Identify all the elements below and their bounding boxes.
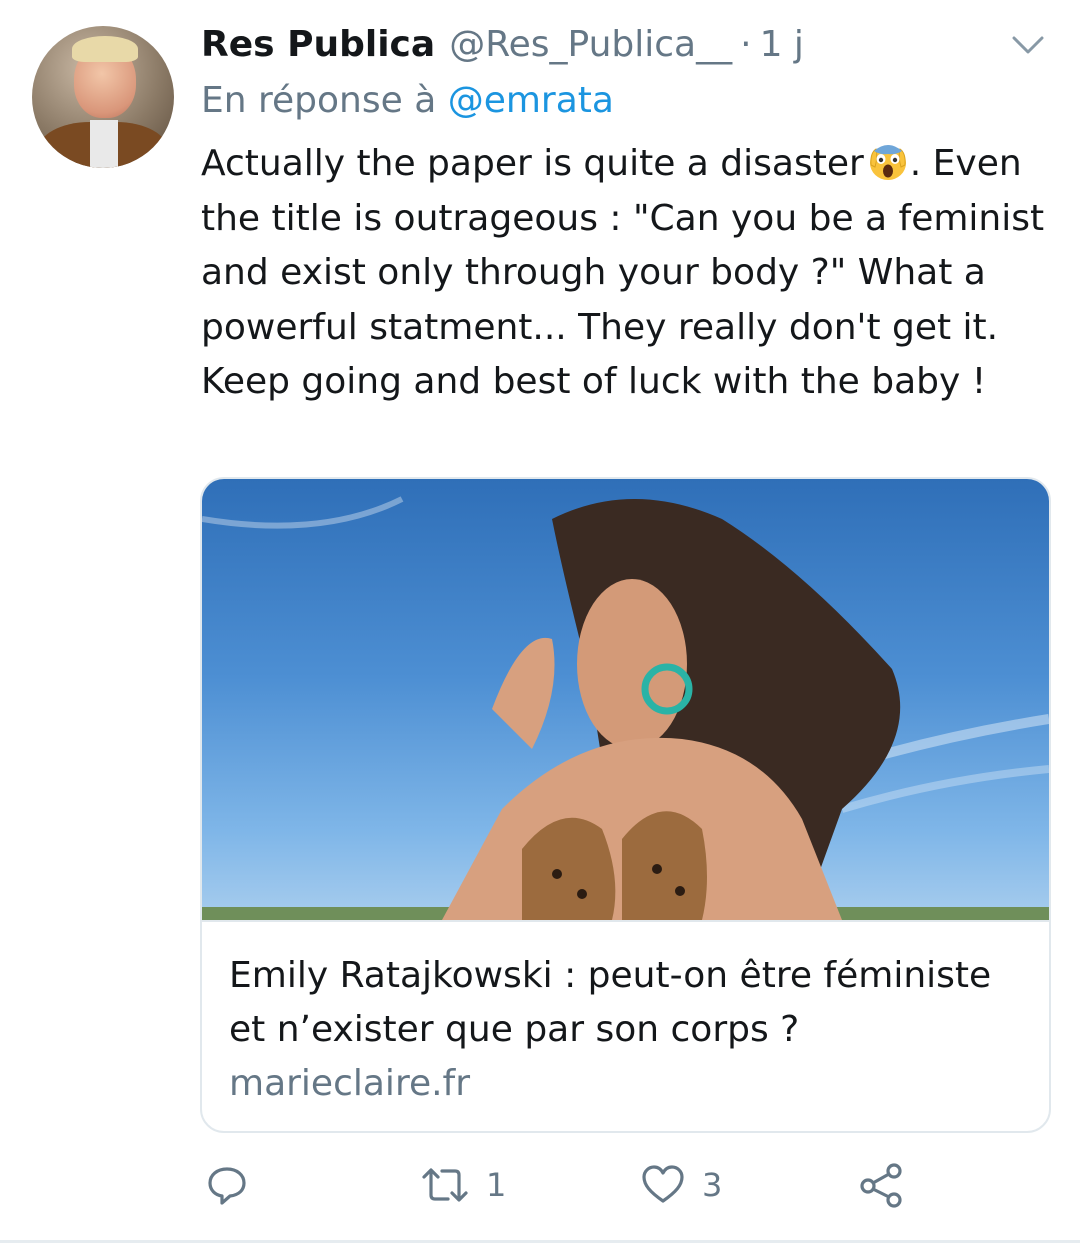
avatar-shirt — [90, 120, 118, 168]
display-name[interactable]: Res Publica — [201, 22, 435, 68]
link-card[interactable]: Emily Ratajkowski : peut-on être féminis… — [200, 477, 1051, 1133]
reply-button[interactable] — [205, 1160, 249, 1210]
reply-prefix: En réponse à — [201, 80, 437, 121]
user-handle[interactable]: @Res_Publica__ — [449, 22, 732, 68]
card-domain: marieclaire.fr — [229, 1063, 471, 1104]
card-title: Emily Ratajkowski : peut-on être féminis… — [229, 955, 992, 1050]
tweet-text: Actually the paper is quite a disaster .… — [201, 137, 1061, 410]
reply-mention-link[interactable]: @emrata — [448, 80, 614, 121]
avatar[interactable] — [32, 26, 174, 168]
retweet-button[interactable]: 1 — [420, 1160, 506, 1210]
share-button[interactable] — [858, 1160, 904, 1210]
retweet-count: 1 — [486, 1166, 507, 1204]
tweet-text-part-1: Actually the paper is quite a disaster — [201, 143, 864, 184]
timestamp[interactable]: 1 j — [760, 22, 804, 68]
heart-icon — [642, 1165, 684, 1203]
separator-dot: · — [740, 24, 752, 65]
chevron-down-icon[interactable] — [1004, 28, 1052, 64]
card-divider — [202, 920, 1049, 922]
tweet-header: Res Publica @Res_Publica__ · 1 j — [201, 22, 804, 68]
avatar-hair — [72, 36, 138, 62]
reply-icon — [208, 1167, 246, 1205]
retweet-icon — [422, 1168, 468, 1202]
tweet-actions: 1 3 — [0, 1160, 1080, 1210]
like-count: 3 — [702, 1166, 723, 1204]
face-screaming-in-fear-icon — [866, 141, 910, 181]
like-button[interactable]: 3 — [640, 1160, 722, 1210]
card-image — [202, 479, 1049, 920]
reply-context: En réponse à @emrata — [201, 78, 614, 124]
share-icon — [860, 1163, 902, 1208]
